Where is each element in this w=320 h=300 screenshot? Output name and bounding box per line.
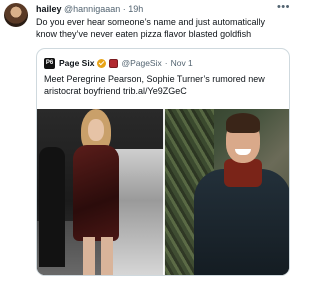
quoted-tweet-card[interactable]: P6 Page Six @PageSix · Nov 1 Meet Peregr… <box>36 48 290 276</box>
tweet-timestamp[interactable]: 19h <box>128 4 143 14</box>
tweet-text: Do you ever hear someone’s name and just… <box>36 17 265 39</box>
photo-left-panel <box>37 109 167 275</box>
quoted-tweet-header: P6 Page Six @PageSix · Nov 1 <box>44 57 193 69</box>
quoted-tweet-text: Meet Peregrine Pearson, Sophie Turner’s … <box>44 74 265 96</box>
woman-legs <box>83 237 113 275</box>
header-separator: · <box>122 4 126 14</box>
tweet[interactable]: hailey @hannigaaan · 19h ••• Do you ever… <box>0 0 296 300</box>
man-hair <box>226 113 260 133</box>
page-six-logo: P6 <box>44 57 55 69</box>
quoted-author-name[interactable]: Page Six <box>59 57 94 69</box>
background-person <box>39 147 65 267</box>
affiliate-badge-icon <box>109 58 119 68</box>
author-name[interactable]: hailey <box>36 4 62 14</box>
man-scarf <box>224 159 262 187</box>
photo-divider <box>163 109 165 275</box>
quoted-tweet-date[interactable]: Nov 1 <box>171 57 193 69</box>
woman-leather-coat <box>73 145 119 241</box>
quoted-tweet-photo[interactable] <box>37 109 289 275</box>
verified-badge-icon <box>97 58 107 68</box>
photo-right-panel <box>164 109 289 275</box>
quoted-author-handle[interactable]: @PageSix <box>121 57 161 69</box>
quoted-header-separator: · <box>164 58 168 68</box>
author-handle[interactable]: @hannigaaan <box>64 4 120 14</box>
author-avatar[interactable] <box>4 3 28 27</box>
tweet-header: hailey @hannigaaan · 19h <box>36 4 143 15</box>
woman-face <box>88 119 104 141</box>
more-options-icon[interactable]: ••• <box>277 1 290 13</box>
